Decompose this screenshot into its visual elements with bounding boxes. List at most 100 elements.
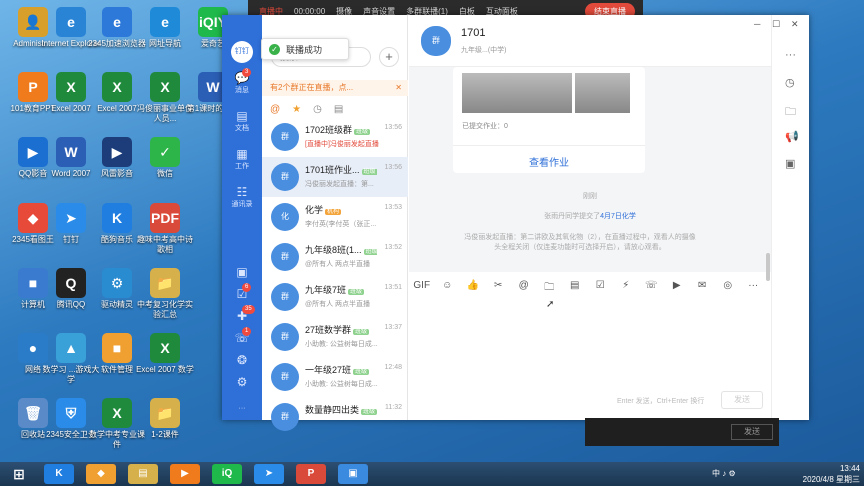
system-tray[interactable]: 中 ♪ ⚙: [712, 468, 736, 479]
mention-filter-icon[interactable]: @: [270, 104, 280, 115]
nav-work[interactable]: ▦ 工作: [222, 147, 262, 171]
app-icon: Q: [56, 268, 86, 298]
toolbar-icon[interactable]: ···: [741, 280, 767, 300]
nav-more[interactable]: ···: [222, 405, 262, 412]
app-icon: ■: [102, 333, 132, 363]
desktop-icon[interactable]: 📁 中考复习化学实验汇总: [134, 268, 196, 320]
toolbar-icon[interactable]: ☑: [588, 280, 614, 300]
taskbar-app[interactable]: K: [44, 464, 74, 484]
maximize-button[interactable]: ☐: [772, 19, 780, 30]
app-icon: e: [56, 7, 86, 37]
nav-tool[interactable]: ⚙: [222, 375, 262, 389]
desktop-icon[interactable]: 📁 1-2课件: [134, 398, 196, 440]
nav-docs[interactable]: ▤ 文档: [222, 109, 262, 133]
scrollbar[interactable]: [766, 253, 770, 281]
homework-image[interactable]: [462, 73, 572, 113]
conversation-list: 搜索 + 有2个群正在直播，点...✕ @ ★ ◷ ▤ 群1702班级群班级13…: [262, 15, 408, 431]
toolbar-icon[interactable]: 👍: [460, 280, 486, 300]
desktop-icon[interactable]: X Excel 2007 数学: [134, 333, 196, 375]
nav-messages[interactable]: 💬 消息 3: [222, 68, 262, 95]
app-icon: ▲: [56, 333, 86, 363]
nav-tool[interactable]: ✚ 35: [222, 305, 262, 323]
nav-tool[interactable]: ❂: [222, 353, 262, 367]
toolbar-icon[interactable]: ☺: [435, 280, 461, 300]
app-icon: X: [56, 72, 86, 102]
nav-tool[interactable]: ☑ 6: [222, 283, 262, 301]
toolbar-icon[interactable]: ☏: [639, 280, 665, 300]
toolbar-icon[interactable]: ▤: [562, 280, 588, 300]
avatar: 群: [271, 123, 299, 151]
taskbar-app[interactable]: ▣: [338, 464, 368, 484]
toolbar-icon[interactable]: 🗀: [537, 280, 563, 300]
conversation-name: 化学 机构: [305, 205, 342, 215]
taskbar-app[interactable]: ◆: [86, 464, 116, 484]
live-notice[interactable]: 有2个群正在直播，点... ✕: [262, 80, 408, 96]
toolbar-icon[interactable]: ▶: [664, 280, 690, 300]
nav-tool[interactable]: ▣: [222, 265, 262, 279]
taskbar-app[interactable]: ▶: [170, 464, 200, 484]
side-tool-icon[interactable]: ◷: [785, 76, 795, 89]
conversation-row[interactable]: 群九年级8班(1... 班级 13:52 @所有人 两点半直播: [262, 237, 408, 277]
app-icon: 📁: [150, 398, 180, 428]
toolbar-icon[interactable]: ◎: [715, 280, 741, 300]
conversation-row[interactable]: 化化学 机构 13:53 李付英(李付英（张正...: [262, 197, 408, 237]
conversation-row[interactable]: 群数量静四出类 班级 11:32: [262, 397, 408, 437]
background-window: 发送: [585, 418, 779, 446]
add-button[interactable]: +: [379, 47, 399, 67]
conversation-row[interactable]: 群 1702班级群 班级 13:56 [直播中]冯俊丽发起直播: [262, 117, 408, 157]
star-filter-icon[interactable]: ★: [292, 104, 301, 115]
conversation-row[interactable]: 群 27班数学群 班级 13:37 小助教: 公益树每日成...: [262, 317, 408, 357]
app-icon: e: [150, 7, 180, 37]
app-icon: ⛨: [56, 398, 86, 428]
background-send-button[interactable]: 发送: [731, 424, 773, 440]
doc-filter-icon[interactable]: ▤: [334, 104, 343, 115]
side-tool-icon[interactable]: ···: [785, 49, 796, 61]
taskbar-app[interactable]: ▤: [128, 464, 158, 484]
toolbar-icon[interactable]: @: [511, 280, 537, 300]
clock[interactable]: 13:44 2020/4/8 星期三: [803, 463, 860, 485]
nav-tool[interactable]: ☏ 1: [222, 327, 262, 345]
close-icon[interactable]: ✕: [395, 80, 402, 96]
side-tool-icon[interactable]: 📢: [785, 130, 799, 143]
app-icon: ➤: [56, 203, 86, 233]
app-icon: W: [56, 137, 86, 167]
desktop-icon[interactable]: ✓ 微信: [134, 137, 196, 179]
toolbar-icon[interactable]: ✂: [486, 280, 512, 300]
check-icon: ✓: [269, 43, 280, 55]
avatar: 群: [271, 283, 299, 311]
taskbar-app[interactable]: iQ: [212, 464, 242, 484]
right-sidebar: ··· ◷ 🗀 📢 ▣: [771, 15, 809, 420]
nav-contacts[interactable]: ☷ 通讯录: [222, 185, 262, 209]
send-button[interactable]: 发送: [721, 391, 763, 409]
recent-filter-icon[interactable]: ◷: [313, 104, 322, 115]
desktop-icon[interactable]: PDF 趣味中考高中诗歌相: [134, 203, 196, 255]
minimize-button[interactable]: ─: [754, 19, 760, 29]
app-icon: e: [102, 7, 132, 37]
close-button[interactable]: ✕: [791, 19, 799, 30]
toolbar-icon[interactable]: GIF: [409, 280, 435, 300]
conversation-preview: @所有人 两点半直播: [305, 261, 371, 268]
work-icon: ▦: [236, 147, 248, 161]
avatar: 群: [271, 243, 299, 271]
nav-tool-icon: ⚙: [236, 375, 248, 389]
toolbar-icon[interactable]: ⚡: [613, 280, 639, 300]
start-button[interactable]: ⊞: [4, 464, 34, 484]
homework-image[interactable]: [575, 73, 630, 113]
avatar: 群: [271, 403, 299, 431]
contacts-icon: ☷: [236, 185, 248, 199]
conversation-preview: 李付英(李付英（张正...: [305, 221, 377, 228]
nav-logo[interactable]: 钉钉: [222, 41, 262, 63]
taskbar-app[interactable]: P: [296, 464, 326, 484]
side-tool-icon[interactable]: ▣: [785, 157, 795, 170]
taskbar-app[interactable]: ➤: [254, 464, 284, 484]
view-homework-link[interactable]: 查看作业: [453, 145, 645, 169]
conversation-row[interactable]: 群一年级27班 班级 12:48 小助教: 公益树每日成...: [262, 357, 408, 397]
conversation-name: 九年级7班 班级: [305, 285, 365, 295]
dingtalk-window: 钉钉 💬消息3 ▤文档 ▦工作 ☷通讯录 ▣ ☑6 ✚35 ☏1 ❂ ⚙ ··· 搜索 +…: [222, 15, 809, 431]
conversation-row[interactable]: 群 1701班作业... 班级 13:56 冯俊丽发起直播：第...: [262, 157, 408, 197]
conversation-preview: 小助教: 公益树每日成...: [305, 341, 378, 348]
toolbar-icon[interactable]: ✉: [690, 280, 716, 300]
side-tool-icon[interactable]: 🗀: [785, 103, 796, 122]
conversation-row[interactable]: 群九年级7班 班级 13:51 @所有人 两点半直播: [262, 277, 408, 317]
conversation-name: 1701班作业... 班级: [305, 165, 377, 175]
